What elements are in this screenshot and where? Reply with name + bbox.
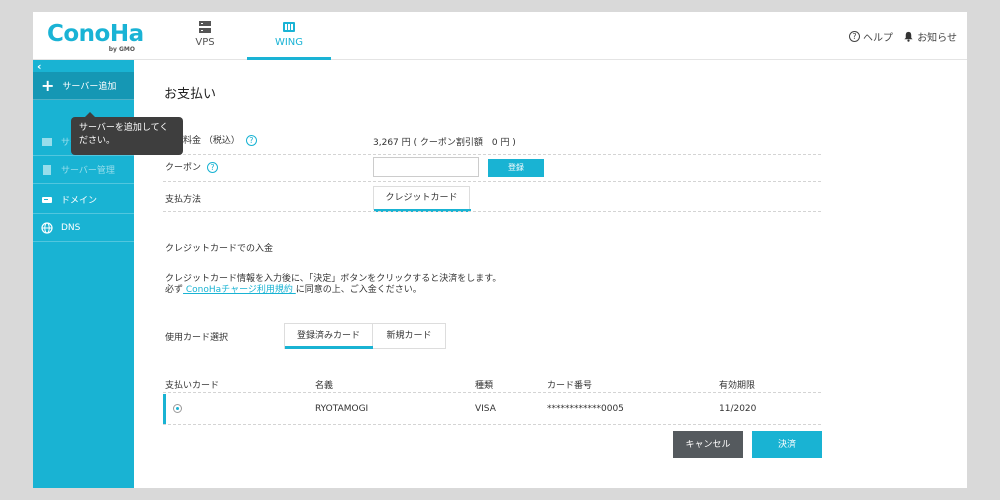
- table-row[interactable]: RYOTAMOGI VISA ************0005 11/2020: [163, 394, 821, 424]
- card-radio[interactable]: [173, 404, 182, 413]
- help-icon[interactable]: ?: [207, 162, 219, 173]
- logo-text: ConoHa: [47, 21, 144, 47]
- card-holder-name: RYOTAMOGI: [315, 404, 369, 414]
- tab-new-card[interactable]: 新規カード: [373, 323, 446, 349]
- col-header-name: 名義: [315, 381, 334, 391]
- tab-new-card-label: 新規カード: [386, 331, 432, 341]
- help-icon: ?: [849, 31, 860, 42]
- card-type: VISA: [475, 404, 496, 414]
- tab-registered-card[interactable]: 登録済みカード: [284, 323, 374, 349]
- active-tab-indicator: [285, 346, 374, 349]
- divider: [163, 211, 821, 212]
- logo-sub: by GMO: [108, 46, 135, 53]
- sidebar-item-label: DNS: [61, 222, 81, 233]
- card-expiry: 11/2020: [719, 404, 757, 414]
- col-header-pay-card: 支払いカード: [165, 381, 220, 391]
- wing-icon: [283, 22, 295, 32]
- instruction-suffix: に同意の上、ご入金ください。: [295, 285, 422, 295]
- notice-label: お知らせ: [917, 33, 957, 44]
- top-header: ConoHa by GMO VPS WING ? ヘルプ お知らせ: [33, 12, 967, 60]
- conoha-logo[interactable]: ConoHa by GMO: [47, 21, 144, 53]
- divider: [163, 424, 821, 425]
- credit-heading: クレジットカードでの入金: [165, 244, 274, 254]
- coupon-register-button[interactable]: 登録: [488, 159, 544, 177]
- coupon-input[interactable]: [373, 157, 479, 177]
- divider: [163, 154, 821, 155]
- submit-payment-button[interactable]: 決済: [752, 431, 822, 458]
- tab-credit-card-label: クレジットカード: [385, 193, 458, 203]
- col-header-expiry: 有効期限: [719, 381, 756, 391]
- col-header-type: 種類: [475, 381, 494, 391]
- active-tab-indicator: [247, 57, 331, 60]
- card-number: ************0005: [547, 404, 624, 414]
- divider: [163, 392, 821, 393]
- card-tabs: 登録済みカード 新規カード: [284, 323, 446, 349]
- coupon-label-row: クーポン?: [165, 160, 219, 173]
- fee-value: 3,267 円 ( クーポン割引額 0 円 ): [373, 138, 516, 148]
- instruction-prefix: 必ず: [165, 285, 184, 295]
- sidebar-item-label: ドメイン: [61, 196, 98, 206]
- coupon-label: クーポン: [165, 163, 202, 173]
- divider: [163, 181, 821, 182]
- selected-row-indicator: [163, 394, 166, 424]
- plus-icon: +: [41, 75, 55, 95]
- sidebar-item-label: サーバー追加: [62, 82, 117, 92]
- sidebar-item-add-server[interactable]: + サーバー追加: [33, 72, 134, 100]
- col-header-number: カード番号: [547, 381, 593, 391]
- tab-wing-label: WING: [274, 37, 304, 48]
- tab-vps-label: VPS: [195, 37, 215, 48]
- server-icon: [42, 137, 52, 146]
- help-label: ヘルプ: [863, 33, 893, 44]
- page-title: お支払い: [164, 87, 217, 102]
- tab-wing[interactable]: WING: [247, 12, 331, 60]
- sidebar-item-domain[interactable]: ドメイン: [33, 186, 134, 214]
- card-select-label: 使用カード選択: [165, 333, 229, 343]
- globe-icon: [41, 221, 53, 234]
- terms-link[interactable]: ConoHaチャージ利用規約: [183, 285, 296, 295]
- cancel-button[interactable]: キャンセル: [673, 431, 743, 458]
- tab-credit-card[interactable]: クレジットカード: [373, 186, 471, 212]
- domain-icon: [42, 196, 52, 203]
- instruction-line-2: 必ず ConoHaチャージ利用規約 に同意の上、ご入金ください。: [165, 282, 422, 295]
- sidebar-item-server-manage-2[interactable]: サーバー管理: [33, 156, 134, 184]
- app-window: ConoHa by GMO VPS WING ? ヘルプ お知らせ ‹ + サー…: [33, 12, 967, 488]
- add-server-tooltip: サーバーを追加してください。: [71, 112, 183, 155]
- bell-icon: [904, 31, 913, 42]
- pay-method-label: 支払方法: [165, 195, 202, 205]
- tab-vps[interactable]: VPS: [163, 12, 247, 60]
- help-link[interactable]: ? ヘルプ: [849, 29, 893, 44]
- sidebar-item-label: サーバー管理: [61, 166, 115, 176]
- tab-registered-card-label: 登録済みカード: [296, 331, 360, 341]
- building-icon: [43, 164, 51, 175]
- server-icon: [199, 21, 211, 33]
- sidebar-item-dns[interactable]: DNS: [33, 214, 134, 242]
- notice-link[interactable]: お知らせ: [903, 29, 957, 44]
- help-icon[interactable]: ?: [245, 135, 257, 146]
